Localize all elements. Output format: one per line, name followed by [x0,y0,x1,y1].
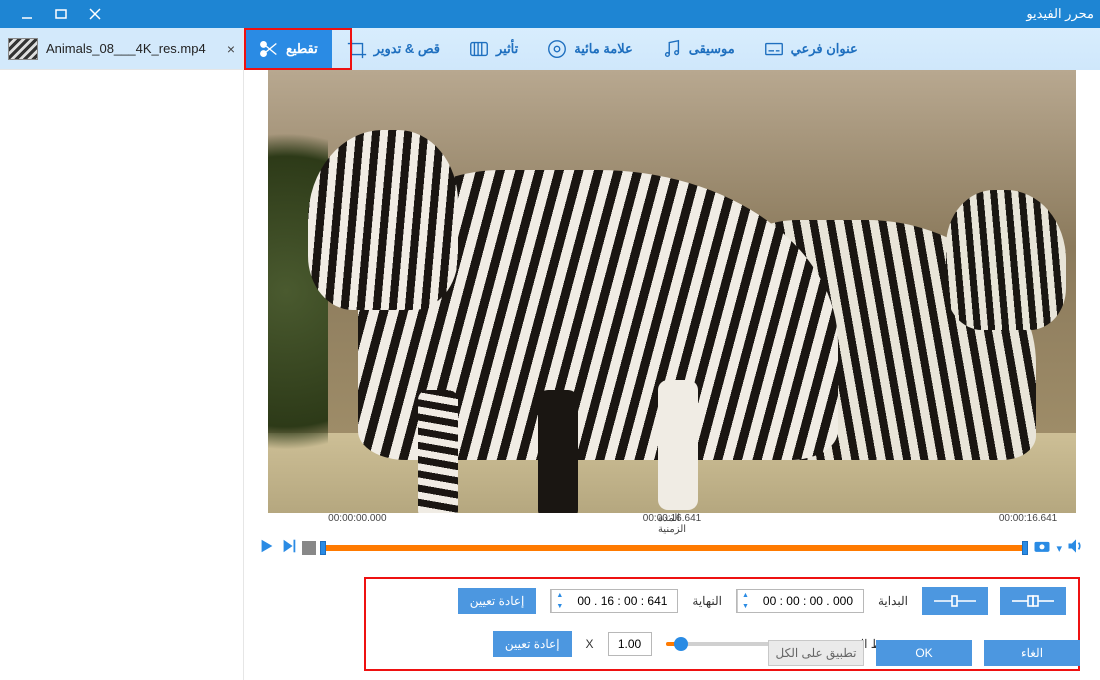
play-range-button[interactable] [280,537,298,560]
file-sidebar: Animals_08___4K_res.mp4 × [0,28,244,680]
effect-icon [468,38,490,60]
file-thumbnail [8,38,38,60]
ok-button[interactable]: OK [876,640,972,666]
slider-thumb[interactable] [674,637,688,651]
window-title: محرر الفيديو [112,6,1094,22]
snapshot-button[interactable] [1032,536,1052,561]
spin-up-icon[interactable]: ▲ [738,590,753,601]
start-label: البداية [878,594,908,608]
speed-value-input[interactable] [608,632,652,656]
volume-button[interactable] [1066,536,1086,561]
timeline-labels: 00:00:00.000 المدة الزمنية00:00:16.641 0… [258,513,1086,527]
timeline-handle-start[interactable] [320,541,326,555]
timeline-track[interactable] [320,540,1028,556]
scissors-icon [258,38,280,60]
music-icon [661,38,683,60]
cancel-button[interactable]: الغاء [984,640,1080,666]
subtitle-icon [763,38,785,60]
file-tab[interactable]: Animals_08___4K_res.mp4 × [0,28,243,70]
end-label: النهاية [692,594,722,608]
mark-out-button[interactable] [1000,587,1066,615]
watermark-icon [546,38,568,60]
maximize-button[interactable] [44,0,78,28]
minimize-button[interactable] [10,0,44,28]
file-name-label: Animals_08___4K_res.mp4 [46,41,219,56]
start-time-input[interactable]: ▲▼ [736,589,864,613]
reset-trim-button[interactable]: إعادة تعيين [458,588,537,614]
end-time-input[interactable]: ▲▼ [550,589,678,613]
spin-down-icon[interactable]: ▼ [738,601,753,612]
footer-buttons: تطبيق على الكل OK الغاء [768,640,1080,666]
reset-speed-button[interactable]: إعادة تعيين [493,631,572,657]
stop-button[interactable] [302,541,316,555]
tab-effect[interactable]: تأثير [454,28,532,70]
close-button[interactable] [78,0,112,28]
title-bar: محرر الفيديو [0,0,1100,28]
editor-toolbar: تقطيع قص & تدوير تأثير علامة مائية موسيق… [244,28,1100,70]
timeline-handle-end[interactable] [1022,541,1028,555]
tab-watermark[interactable]: علامة مائية [532,28,647,70]
tab-crop[interactable]: قص & تدوير [332,28,454,70]
crop-icon [346,38,368,60]
apply-all-button[interactable]: تطبيق على الكل [768,640,864,666]
spin-up-icon[interactable]: ▲ [552,590,567,601]
spin-down-icon[interactable]: ▼ [552,601,567,612]
mark-in-button[interactable] [922,587,988,615]
tab-cut[interactable]: تقطيع [244,28,332,70]
tab-subtitle[interactable]: عنوان فرعي [749,28,872,70]
file-close-icon[interactable]: × [227,41,235,57]
play-button[interactable] [258,537,276,560]
tab-music[interactable]: موسيقى [647,28,749,70]
video-preview[interactable] [268,70,1076,513]
